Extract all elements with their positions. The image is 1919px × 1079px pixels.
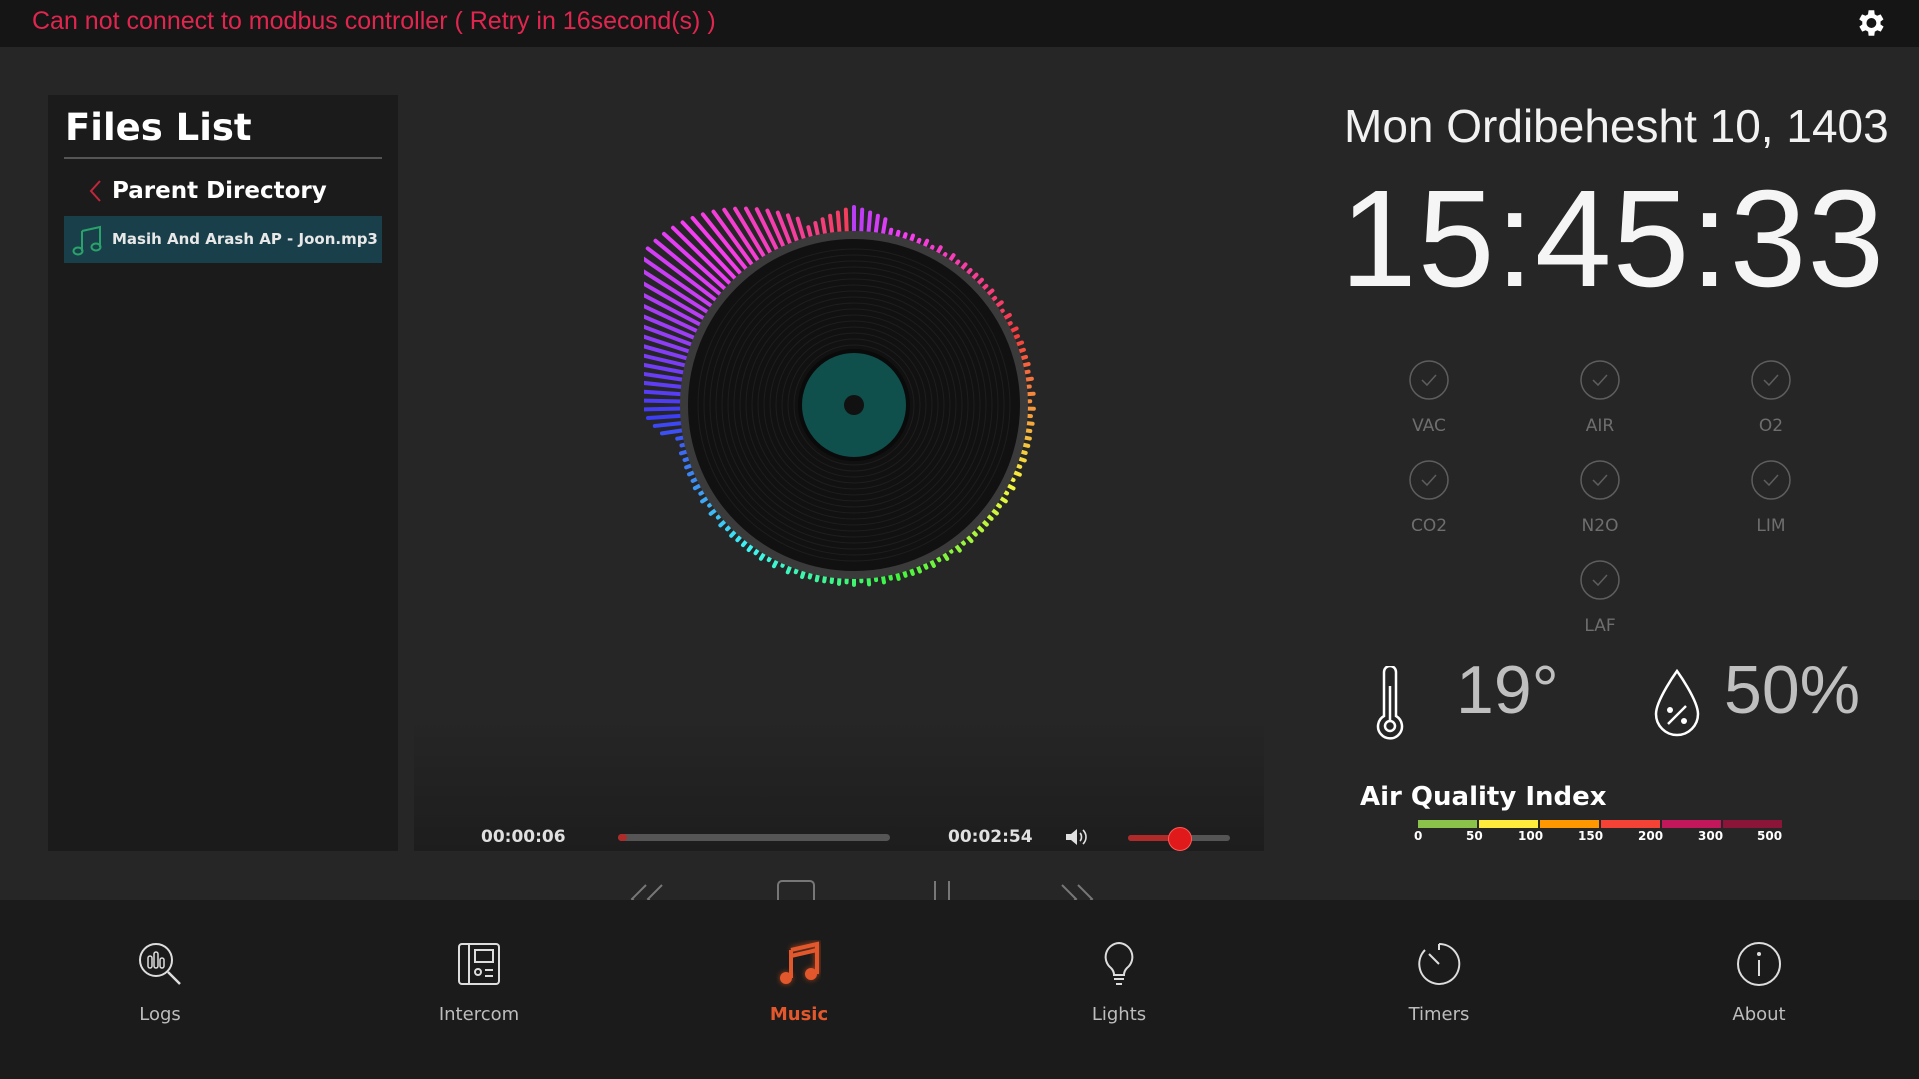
aqi-tick: 200 [1638, 829, 1664, 843]
thermometer-icon [1376, 666, 1404, 740]
gas-label: LAF [1584, 616, 1616, 636]
visualizer-bar [652, 420, 687, 428]
gas-indicator-laf: LAF [1541, 560, 1661, 650]
volume-knob[interactable] [1168, 827, 1192, 851]
nav-timers[interactable]: Timers [1359, 940, 1519, 1040]
music-file-icon [72, 225, 102, 256]
nav-label: Intercom [438, 1004, 520, 1025]
check-circle-icon [1580, 560, 1620, 600]
seek-bar[interactable] [618, 834, 890, 841]
gas-indicator-n2o: N2O [1541, 460, 1661, 550]
timer-icon [1418, 942, 1461, 985]
chevron-left-icon [89, 180, 101, 202]
nav-label: Logs [139, 1004, 181, 1025]
aqi-segment [1599, 820, 1660, 828]
bottom-navigation: Logs Intercom Music Lights Timers About [0, 900, 1919, 1079]
nav-music[interactable]: Music [719, 940, 879, 1040]
settings-gear-icon[interactable] [1853, 6, 1887, 40]
aqi-tick: 150 [1578, 829, 1604, 843]
clock-display: 15:45:33 [1340, 162, 1886, 316]
check-circle-icon [1580, 360, 1620, 400]
aqi-segment [1660, 820, 1721, 828]
gas-label: VAC [1412, 416, 1446, 436]
parent-directory-label: Parent Directory [112, 178, 327, 204]
gas-indicator-co2: CO2 [1370, 460, 1490, 550]
date-display: Mon Ordibehesht 10, 1403 [1344, 100, 1889, 152]
nav-lights[interactable]: Lights [1039, 940, 1199, 1040]
aqi-segment [1538, 820, 1599, 828]
files-list-panel: Files List Parent Directory Masih And Ar… [48, 95, 398, 851]
volume-icon[interactable] [1064, 826, 1088, 848]
player-controls: 00:00:06 00:02:54 [414, 717, 1264, 918]
aqi-tick: 500 [1757, 829, 1783, 843]
total-duration: 00:02:54 [948, 827, 1033, 847]
gas-label: CO2 [1410, 516, 1448, 536]
aqi-title: Air Quality Index [1360, 782, 1607, 812]
check-circle-icon [1409, 460, 1449, 500]
aqi-tick: 0 [1414, 829, 1423, 843]
check-circle-icon [1751, 360, 1791, 400]
intercom-icon [458, 943, 500, 985]
aqi-tick: 50 [1466, 829, 1483, 843]
record-spindle-hole [844, 395, 864, 415]
gas-indicator-lim: LIM [1712, 460, 1832, 550]
elapsed-time: 00:00:06 [481, 827, 566, 847]
check-circle-icon [1409, 360, 1449, 400]
gas-label: N2O [1581, 516, 1619, 536]
music-player-panel: 00:00:06 00:02:54 [414, 95, 1264, 918]
divider [64, 157, 382, 159]
check-circle-icon [1751, 460, 1791, 500]
music-note-icon [780, 940, 820, 984]
visualizer-bar [644, 398, 687, 404]
nav-intercom[interactable]: Intercom [399, 940, 559, 1040]
nav-label: Lights [1091, 1004, 1147, 1025]
gas-label: O2 [1758, 416, 1784, 436]
check-circle-icon [1580, 460, 1620, 500]
gas-label: AIR [1585, 416, 1615, 436]
file-name: Masih And Arash AP - Joon.mp3 [112, 230, 378, 248]
nav-label: Music [769, 1004, 829, 1025]
gas-indicator-vac: VAC [1370, 360, 1490, 450]
gas-label: LIM [1756, 516, 1786, 536]
aqi-tick: 100 [1518, 829, 1544, 843]
visualizer-bar [644, 406, 687, 412]
aqi-segment [1721, 820, 1782, 828]
nav-logs[interactable]: Logs [80, 940, 240, 1040]
nav-label: Timers [1408, 1004, 1470, 1025]
humidity-drop-icon [1654, 668, 1700, 737]
visualizer-bar [646, 413, 687, 420]
nav-label: About [1732, 1004, 1786, 1025]
audio-visualizer-disc [644, 205, 1036, 587]
humidity-value: 50% [1724, 652, 1861, 728]
lightbulb-icon [1104, 941, 1134, 985]
volume-slider[interactable] [1128, 827, 1230, 851]
aqi-segment [1418, 820, 1477, 828]
gas-indicator-o2: O2 [1712, 360, 1832, 450]
gas-indicator-air: AIR [1541, 360, 1661, 450]
files-list-title: Files List [65, 106, 252, 149]
visualizer-bar [644, 380, 687, 390]
logs-search-icon [139, 943, 181, 985]
connection-error-message: Can not connect to modbus controller ( R… [32, 7, 716, 35]
parent-directory-item[interactable]: Parent Directory [64, 171, 382, 211]
nav-about[interactable]: About [1679, 940, 1839, 1040]
temperature-value: 19° [1456, 652, 1559, 728]
info-icon [1737, 942, 1781, 986]
visualizer-bar [644, 389, 687, 397]
aqi-scale-bar [1418, 820, 1782, 828]
file-list-item[interactable]: Masih And Arash AP - Joon.mp3 [64, 216, 382, 263]
status-bar: Can not connect to modbus controller ( R… [0, 0, 1919, 47]
aqi-tick: 300 [1698, 829, 1724, 843]
aqi-segment [1477, 820, 1538, 828]
seek-progress [618, 834, 628, 841]
